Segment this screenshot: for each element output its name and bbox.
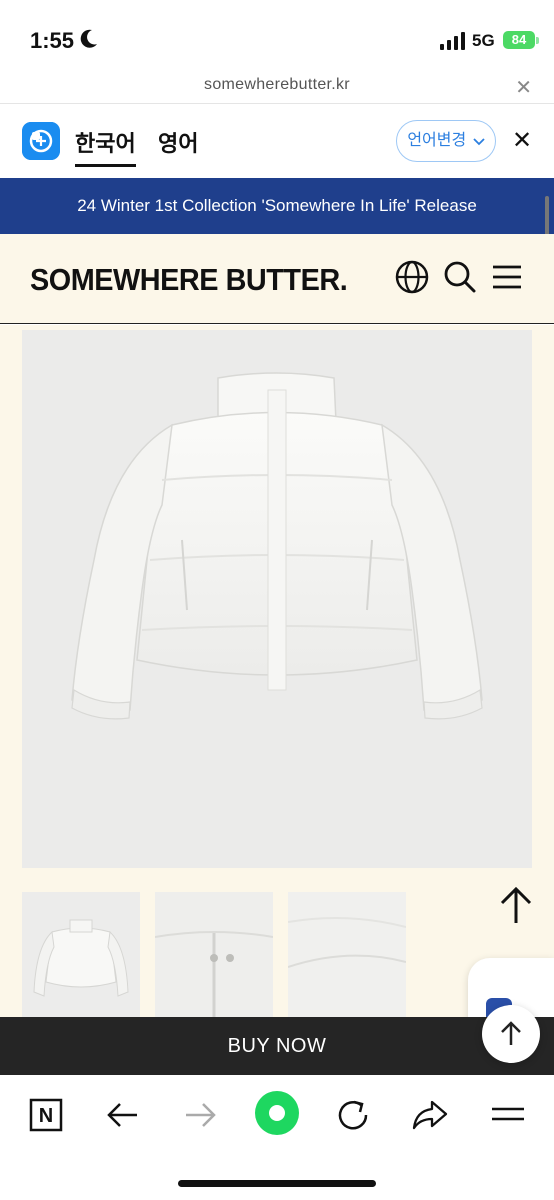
tabs-button[interactable]: N <box>24 1093 68 1137</box>
url-bar[interactable]: somewherebutter.kr ✕ <box>0 70 554 104</box>
language-tab-korean[interactable]: 한국어 <box>75 126 136 167</box>
status-bar: 1:55 5G 84 <box>0 0 554 70</box>
announcement-banner[interactable]: 24 Winter 1st Collection 'Somewhere In L… <box>0 178 554 234</box>
signal-icon <box>440 32 465 50</box>
thumbnail-detail-zipper[interactable] <box>155 892 273 1017</box>
translate-bar: 한국어 영어 언어변경 ✕ <box>0 104 554 178</box>
thumbnail-detail-fabric[interactable] <box>288 892 406 1017</box>
forward-button[interactable] <box>178 1093 222 1137</box>
naver-tab-icon: N <box>29 1098 63 1132</box>
translate-app-icon[interactable] <box>22 122 60 160</box>
jacket-image <box>71 372 483 720</box>
hamburger-icon <box>492 1107 524 1121</box>
arrow-up-icon <box>501 1021 521 1045</box>
globe-icon[interactable] <box>395 260 429 294</box>
green-dot-icon <box>255 1091 299 1135</box>
status-time: 1:55 <box>30 28 75 53</box>
home-indicator[interactable] <box>178 1180 376 1187</box>
search-icon[interactable] <box>443 260 477 294</box>
site-logo[interactable]: SOMEWHERE BUTTER. <box>30 262 348 298</box>
scroll-to-top-button[interactable] <box>482 1005 540 1063</box>
thumbnail-front[interactable] <box>22 892 140 1017</box>
chevron-down-icon <box>473 138 485 146</box>
network-label: 5G <box>472 31 495 50</box>
language-tab-english[interactable]: 영어 <box>158 126 198 158</box>
menu-icon[interactable] <box>490 260 524 294</box>
buy-now-button[interactable]: BUY NOW <box>0 1017 554 1075</box>
close-icon[interactable]: ✕ <box>515 75 532 100</box>
change-language-button[interactable]: 언어변경 <box>396 120 496 162</box>
arrow-right-icon <box>186 1103 216 1127</box>
site-header: SOMEWHERE BUTTER. <box>0 234 554 324</box>
product-section <box>0 325 554 1017</box>
product-image[interactable] <box>22 330 532 868</box>
refresh-icon <box>338 1100 368 1130</box>
arrow-left-icon <box>107 1103 137 1127</box>
back-button[interactable] <box>101 1093 145 1137</box>
share-button[interactable] <box>408 1093 452 1137</box>
change-language-label: 언어변경 <box>407 132 467 149</box>
close-icon[interactable]: ✕ <box>512 126 532 155</box>
url-text[interactable]: somewherebutter.kr <box>0 76 554 94</box>
battery-tip <box>536 37 539 44</box>
refresh-button[interactable] <box>331 1093 375 1137</box>
more-menu-button[interactable] <box>486 1093 530 1137</box>
share-icon <box>412 1100 448 1130</box>
tab-label: N <box>39 1105 53 1127</box>
battery-icon: 84 <box>503 31 535 49</box>
green-dot-button[interactable] <box>253 1089 301 1137</box>
arrow-up-icon[interactable] <box>498 885 534 925</box>
moon-icon <box>80 29 97 48</box>
